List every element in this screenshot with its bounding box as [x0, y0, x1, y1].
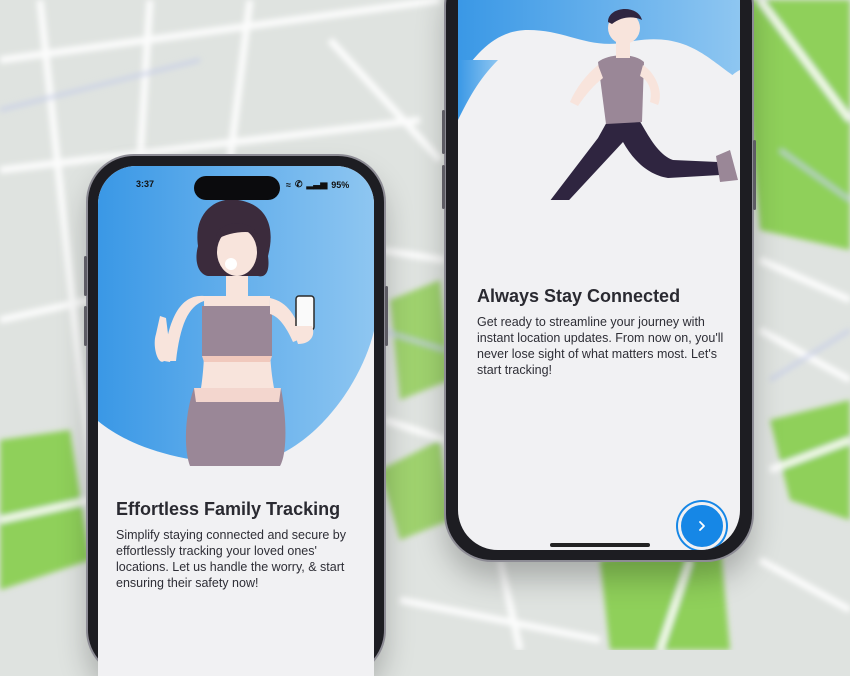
- volume-button: [442, 165, 445, 209]
- signal-icon: ▂▃▅: [306, 179, 328, 189]
- onboarding-screen-two: Always Stay Connected Get ready to strea…: [458, 0, 740, 550]
- phone-frame-right: Always Stay Connected Get ready to strea…: [442, 0, 756, 560]
- wifi-icon: ≈: [286, 179, 291, 190]
- volume-button: [84, 306, 87, 346]
- next-button[interactable]: [678, 502, 726, 550]
- call-icon: ✆: [294, 179, 303, 189]
- battery-text: 95%: [331, 179, 350, 190]
- volume-button: [84, 256, 87, 296]
- chevron-right-icon: [699, 521, 705, 531]
- onboarding-title: Always Stay Connected: [477, 286, 681, 306]
- power-button: [753, 140, 756, 210]
- onboarding-screen-one: 3:37 ≈ ✆ ▂▃▅ 95% Effortless Family Track…: [98, 166, 374, 676]
- power-button: [385, 286, 388, 346]
- status-time: 3:37: [136, 179, 155, 189]
- status-icons: ≈ ✆ ▂▃▅ 95%: [286, 179, 349, 190]
- home-indicator: [550, 543, 650, 547]
- hero-illustration: [458, 0, 740, 200]
- hero-illustration: [98, 166, 374, 466]
- volume-button: [442, 110, 445, 154]
- onboarding-description: Simplify staying connected and secure by…: [116, 528, 346, 590]
- dynamic-island: [194, 176, 280, 200]
- onboarding-title: Effortless Family Tracking: [116, 499, 341, 519]
- phone-frame-left: 3:37 ≈ ✆ ▂▃▅ 95% Effortless Family Track…: [84, 156, 388, 676]
- onboarding-description: Get ready to streamline your journey wit…: [477, 315, 724, 377]
